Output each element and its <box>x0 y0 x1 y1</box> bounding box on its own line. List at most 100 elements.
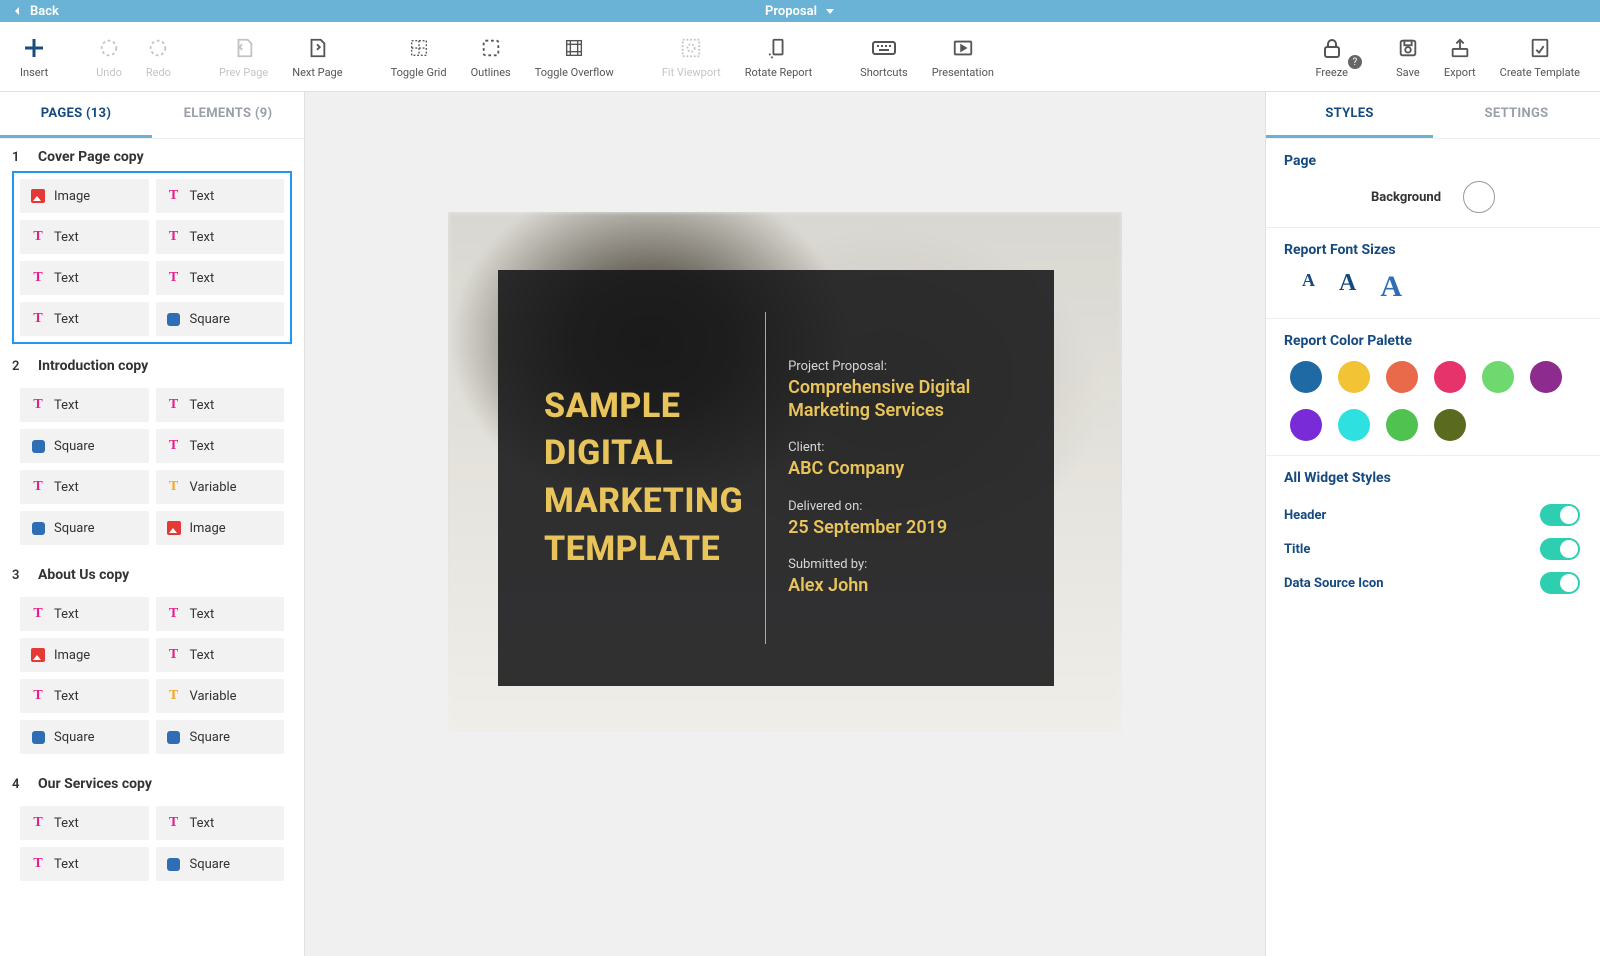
element-chip-text[interactable]: TText <box>20 679 149 713</box>
toggle-overflow-button[interactable]: Toggle Overflow <box>523 30 626 83</box>
cover-meta-item[interactable]: Submitted by:Alex John <box>788 557 1008 597</box>
meta-label: Project Proposal: <box>788 359 1008 374</box>
palette-color[interactable] <box>1386 361 1418 393</box>
redo-button[interactable]: Redo <box>134 30 183 83</box>
palette-color[interactable] <box>1338 361 1370 393</box>
element-chip-text[interactable]: TText <box>156 597 285 631</box>
element-chip-square[interactable]: Square <box>156 720 285 754</box>
topbar: Back Proposal <box>0 0 1600 22</box>
rotate-report-button[interactable]: Rotate Report <box>733 30 824 83</box>
cover-title-line[interactable]: SAMPLE <box>544 383 743 431</box>
element-chip-text[interactable]: TText <box>156 806 285 840</box>
palette-color[interactable] <box>1290 409 1322 441</box>
element-chip-text[interactable]: TText <box>156 429 285 463</box>
create-template-button[interactable]: Create Template <box>1488 30 1592 83</box>
next-page-button[interactable]: Next Page <box>280 30 354 83</box>
freeze-button[interactable]: Freeze ? <box>1303 30 1359 83</box>
create-template-label: Create Template <box>1500 66 1580 79</box>
element-chip-text[interactable]: TText <box>156 220 285 254</box>
cover-meta-item[interactable]: Delivered on:25 September 2019 <box>788 499 1008 539</box>
text-icon: T <box>166 647 182 663</box>
image-icon <box>31 189 45 203</box>
element-chip-image[interactable]: Image <box>156 511 285 545</box>
element-chip-text[interactable]: TText <box>20 388 149 422</box>
cover-title-line[interactable]: TEMPLATE <box>544 526 743 574</box>
element-chip-text[interactable]: TText <box>20 847 149 881</box>
page-header[interactable]: 3 About Us copy <box>12 567 292 583</box>
toggle-grid-button[interactable]: Toggle Grid <box>379 30 459 83</box>
element-chip-square[interactable]: Square <box>20 720 149 754</box>
outlines-button[interactable]: Outlines <box>459 30 523 83</box>
insert-button[interactable]: Insert <box>8 30 60 83</box>
background-swatch[interactable] <box>1463 181 1495 213</box>
palette-color[interactable] <box>1434 361 1466 393</box>
element-chip-text[interactable]: TText <box>156 261 285 295</box>
redo-label: Redo <box>146 66 171 79</box>
widget-styles-title: All Widget Styles <box>1284 470 1582 486</box>
cover-meta-item[interactable]: Project Proposal:Comprehensive Digital M… <box>788 359 1008 423</box>
save-button[interactable]: Save <box>1384 30 1432 83</box>
palette-color[interactable] <box>1482 361 1514 393</box>
page-header[interactable]: 1 Cover Page copy <box>12 149 292 165</box>
page-number: 2 <box>12 359 26 374</box>
palette-color[interactable] <box>1386 409 1418 441</box>
palette-color[interactable] <box>1434 409 1466 441</box>
font-size-large[interactable]: A <box>1380 270 1402 304</box>
element-chip-text[interactable]: TText <box>20 470 149 504</box>
element-chip-label: Image <box>54 648 90 663</box>
element-chip-label: Text <box>54 816 79 831</box>
square-icon <box>32 731 45 744</box>
element-chip-square[interactable]: Square <box>156 302 285 336</box>
palette-color[interactable] <box>1530 361 1562 393</box>
page-header[interactable]: 4 Our Services copy <box>12 776 292 792</box>
image-icon <box>167 521 181 535</box>
toggle-switch[interactable] <box>1540 504 1580 526</box>
element-chip-image[interactable]: Image <box>20 638 149 672</box>
tab-pages[interactable]: PAGES (13) <box>0 92 152 138</box>
element-chip-text[interactable]: TText <box>20 597 149 631</box>
font-size-medium[interactable]: A <box>1339 270 1356 304</box>
fit-viewport-button[interactable]: Fit Viewport <box>650 30 733 83</box>
element-chip-text[interactable]: TText <box>20 220 149 254</box>
cover-meta-item[interactable]: Client:ABC Company <box>788 440 1008 480</box>
tab-settings[interactable]: SETTINGS <box>1433 92 1600 138</box>
arrow-left-icon <box>12 5 24 17</box>
tab-styles[interactable]: STYLES <box>1266 92 1433 138</box>
canvas-area[interactable]: SAMPLE DIGITAL MARKETING TEMPLATE Projec… <box>305 92 1265 956</box>
font-size-small[interactable]: A <box>1302 270 1315 304</box>
element-chip-variable[interactable]: TVariable <box>156 470 285 504</box>
palette-color[interactable] <box>1338 409 1370 441</box>
toggle-switch[interactable] <box>1540 572 1580 594</box>
element-chip-square[interactable]: Square <box>20 429 149 463</box>
document-title-dropdown[interactable]: Proposal <box>765 4 835 19</box>
pages-list[interactable]: 1 Cover Page copyImageTTextTTextTTextTTe… <box>0 139 304 956</box>
undo-button[interactable]: Undo <box>84 30 134 83</box>
presentation-button[interactable]: Presentation <box>920 30 1006 83</box>
element-chip-text[interactable]: TText <box>20 806 149 840</box>
shortcuts-button[interactable]: Shortcuts <box>848 30 920 83</box>
element-chip-image[interactable]: Image <box>20 179 149 213</box>
back-button[interactable]: Back <box>12 4 59 19</box>
save-icon <box>1397 37 1419 59</box>
element-chip-text[interactable]: TText <box>156 388 285 422</box>
left-tabs: PAGES (13) ELEMENTS (9) <box>0 92 304 139</box>
cover-page[interactable]: SAMPLE DIGITAL MARKETING TEMPLATE Projec… <box>448 212 1122 732</box>
element-chip-text[interactable]: TText <box>156 179 285 213</box>
element-chip-square[interactable]: Square <box>20 511 149 545</box>
element-chip-text[interactable]: T Text <box>156 638 285 672</box>
element-chip-variable[interactable]: TVariable <box>156 679 285 713</box>
element-chip-text[interactable]: TText <box>20 261 149 295</box>
element-chip-label: Text <box>190 648 215 663</box>
tab-elements[interactable]: ELEMENTS (9) <box>152 92 304 138</box>
export-button[interactable]: Export <box>1432 30 1488 83</box>
cover-title-line[interactable]: MARKETING <box>544 478 743 526</box>
page-header[interactable]: 2 Introduction copy <box>12 358 292 374</box>
help-icon[interactable]: ? <box>1348 55 1362 69</box>
prev-page-button[interactable]: Prev Page <box>207 30 280 83</box>
toggle-switch[interactable] <box>1540 538 1580 560</box>
palette-color[interactable] <box>1290 361 1322 393</box>
element-chip-text[interactable]: TText <box>20 302 149 336</box>
cover-title-line[interactable]: DIGITAL <box>544 430 743 478</box>
element-chip-label: Text <box>54 689 79 704</box>
element-chip-square[interactable]: Square <box>156 847 285 881</box>
